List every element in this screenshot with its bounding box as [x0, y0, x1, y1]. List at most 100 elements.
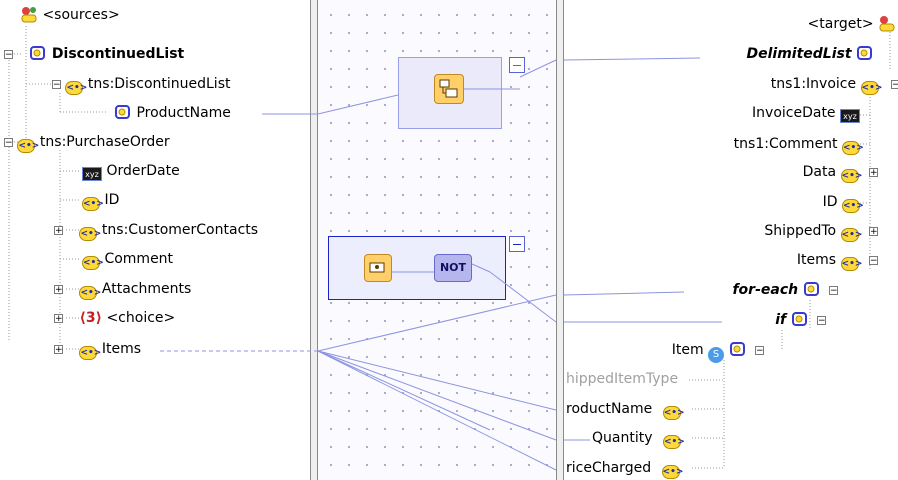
source-node-label: Attachments	[101, 281, 192, 297]
source-node-label: tns:CustomerContacts	[101, 222, 259, 238]
source-node-orderdate[interactable]: xyz OrderDate	[82, 161, 180, 181]
source-node-tns-discontinuedlist[interactable]: − <•> tns:DiscontinuedList	[52, 74, 231, 95]
source-node-label: Comment	[104, 251, 174, 267]
mapping-canvas[interactable]: NOT	[318, 0, 556, 480]
source-node-productname[interactable]: ProductName	[114, 103, 231, 123]
element-icon: <•>	[662, 406, 685, 420]
target-node-label: hippedItemType	[566, 371, 679, 387]
collapse-box-toggle[interactable]	[509, 57, 525, 73]
target-node-label: Quantity	[592, 430, 653, 446]
target-node-quantity[interactable]: Quantity <•>	[592, 428, 685, 449]
target-node-label: tns1:Comment	[733, 136, 838, 152]
target-node-label: for-each	[732, 282, 799, 298]
source-node-label: OrderDate	[106, 163, 180, 179]
element-icon: <•>	[840, 228, 863, 242]
source-node-label: <choice>	[106, 310, 176, 326]
target-node-delimitedlist[interactable]: DelimitedList	[746, 44, 874, 64]
target-tree-pane[interactable]: <target> DelimitedList tns1:Invoice <•> …	[564, 0, 898, 480]
target-label: <target>	[807, 16, 874, 32]
target-node-label: DelimitedList	[746, 46, 852, 62]
collapse-toggle[interactable]: −	[829, 286, 838, 296]
target-icon	[879, 16, 895, 32]
expand-toggle[interactable]: +	[54, 285, 63, 295]
target-root[interactable]: <target>	[808, 14, 896, 34]
expand-toggle[interactable]: +	[869, 227, 878, 237]
element-icon: <•>	[842, 141, 864, 155]
collapse-box-toggle[interactable]	[509, 236, 525, 252]
choice-icon: ⟨3⟩	[79, 310, 102, 326]
right-splitter[interactable]	[556, 0, 564, 480]
target-node-productname[interactable]: roductName <•>	[566, 399, 685, 420]
collapse-toggle[interactable]: −	[4, 138, 13, 148]
element-icon: <•>	[82, 256, 104, 270]
collapse-toggle[interactable]: −	[52, 80, 61, 90]
source-node-discontinuedlist[interactable]: − DiscontinuedList	[4, 44, 184, 64]
left-splitter[interactable]	[310, 0, 318, 480]
source-node-items[interactable]: + <•> Items	[54, 339, 142, 360]
target-node-label: ID	[822, 194, 838, 210]
schema-annotation-icon: S	[708, 347, 725, 363]
collapse-toggle[interactable]: −	[869, 256, 878, 266]
target-node-if[interactable]: if −	[775, 310, 826, 330]
source-node-attachments[interactable]: + <•> Attachments	[54, 279, 192, 300]
source-node-label: ProductName	[136, 105, 231, 121]
target-node-items[interactable]: Items <•> −	[797, 250, 878, 271]
target-node-label: Data	[802, 164, 837, 180]
target-node-label: roductName	[566, 401, 653, 417]
target-node-invoice[interactable]: tns1:Invoice <•> −	[771, 74, 898, 95]
target-node-invoicedate[interactable]: InvoiceDate xyz	[752, 103, 860, 123]
target-node-label: InvoiceDate	[752, 105, 836, 121]
element-icon: <•>	[79, 286, 102, 300]
expand-toggle[interactable]: +	[54, 314, 63, 324]
element-icon: <•>	[860, 81, 883, 95]
complex-type-icon	[30, 46, 46, 60]
expand-toggle[interactable]: +	[54, 226, 63, 236]
source-tree-pane[interactable]: <sources> − DiscontinuedList − <•> tns:D…	[0, 0, 310, 480]
target-node-label: ShippedTo	[764, 223, 837, 239]
target-node-id[interactable]: ID <•>	[822, 192, 864, 213]
complex-type-icon	[729, 342, 745, 356]
sources-label: <sources>	[42, 7, 120, 23]
source-node-label: Items	[101, 341, 142, 357]
collapse-toggle[interactable]: −	[891, 80, 898, 90]
target-node-label: if	[775, 312, 787, 328]
target-node-tns1-comment[interactable]: tns1:Comment <•>	[733, 134, 864, 155]
source-node-label: tns:PurchaseOrder	[39, 134, 170, 150]
target-node-for-each[interactable]: for-each −	[732, 280, 838, 300]
target-node-label: riceCharged	[566, 460, 652, 476]
string-function-node[interactable]	[434, 74, 464, 104]
target-node-data[interactable]: Data <•> +	[802, 162, 878, 183]
target-node-pricecharged[interactable]: riceCharged <•>	[566, 458, 684, 479]
element-icon: <•>	[840, 169, 863, 183]
expand-toggle[interactable]: +	[54, 345, 63, 355]
source-node-label: ID	[104, 192, 120, 208]
collapse-toggle[interactable]: −	[817, 316, 826, 326]
source-node-tns-purchaseorder[interactable]: − <•> tns:PurchaseOrder	[4, 132, 170, 153]
source-node-label: tns:DiscontinuedList	[87, 76, 231, 92]
target-node-label: Item	[671, 342, 704, 358]
expand-toggle[interactable]: +	[869, 168, 878, 178]
condition-function-box[interactable]	[328, 236, 506, 300]
sources-icon	[21, 7, 37, 23]
sources-root[interactable]: <sources>	[20, 5, 120, 25]
collapse-toggle[interactable]: −	[755, 346, 764, 356]
element-icon: <•>	[79, 346, 102, 360]
complex-type-icon	[857, 46, 872, 60]
source-node-comment[interactable]: <•> Comment	[82, 249, 174, 270]
element-icon: <•>	[842, 199, 864, 213]
element-icon: <•>	[840, 257, 863, 271]
source-node-label: DiscontinuedList	[51, 46, 185, 62]
element-icon: <•>	[662, 435, 685, 449]
not-function-node[interactable]: NOT	[434, 254, 472, 282]
target-node-item[interactable]: Item S −	[671, 340, 764, 363]
collapse-toggle[interactable]: −	[4, 50, 13, 60]
datetime-type-icon: xyz	[82, 167, 102, 181]
exists-function-node[interactable]	[364, 254, 392, 282]
source-node-id[interactable]: <•> ID	[82, 190, 120, 211]
element-icon: <•>	[82, 197, 104, 211]
target-node-shippeditemtype[interactable]: hippedItemType	[566, 369, 678, 389]
target-node-shippedto[interactable]: ShippedTo <•> +	[764, 221, 878, 242]
source-node-customercontacts[interactable]: + <•> tns:CustomerContacts	[54, 220, 259, 241]
element-icon: <•>	[661, 465, 684, 479]
source-node-choice[interactable]: + ⟨3⟩ <choice>	[54, 308, 175, 328]
